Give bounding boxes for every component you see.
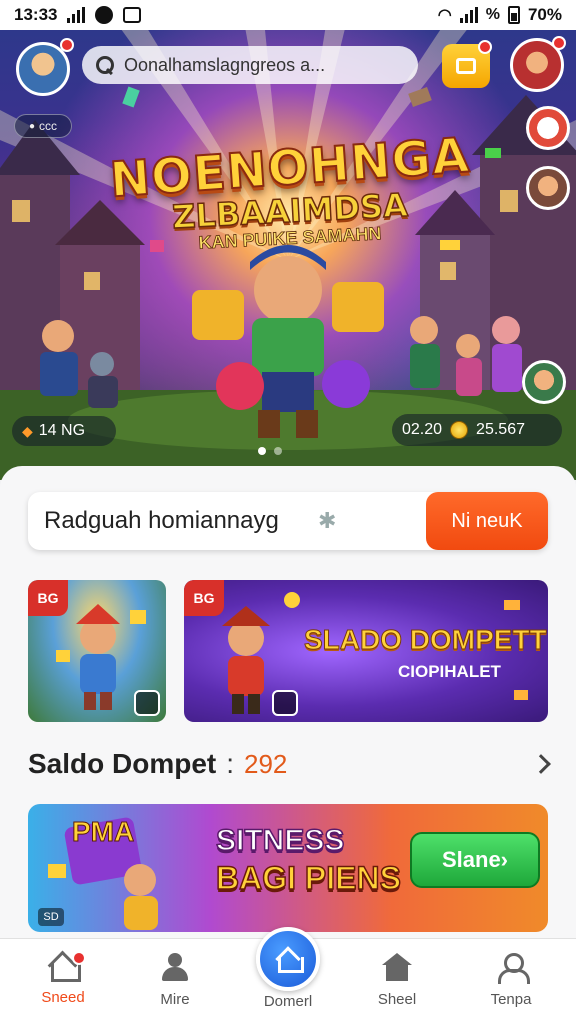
- nav-item-home[interactable]: Sneed: [18, 953, 108, 1006]
- card-badge: BG: [28, 580, 68, 616]
- coin-icon: [450, 421, 469, 439]
- battery-icon: [507, 6, 520, 24]
- promo-button[interactable]: Slane›: [410, 832, 540, 888]
- search-icon: [96, 56, 114, 74]
- card-badge: BG: [184, 580, 224, 616]
- user-icon: [496, 953, 530, 984]
- carousel-dot-active: [258, 447, 266, 455]
- store-icon: [382, 953, 412, 981]
- status-bar: 13:33 ◠ % 70%: [0, 0, 576, 30]
- coin-wallet-icon: [456, 58, 476, 74]
- status-time: 13:33: [14, 5, 58, 24]
- notification-dot: [60, 38, 74, 52]
- game-card[interactable]: BG: [28, 580, 166, 722]
- wallet-promo-card[interactable]: BG SLADO DOMPETT CIOPIHALET: [184, 580, 548, 722]
- carousel-indicator: [258, 447, 282, 455]
- wallet-balance-value: 292: [244, 748, 288, 779]
- nav-item-mire[interactable]: Mire: [130, 953, 220, 1008]
- promo-title: SITNESS: [215, 823, 345, 858]
- friend-avatar-icon[interactable]: [522, 360, 566, 404]
- input-card: ✱ Ni neuK: [28, 492, 548, 550]
- home-center-icon: [275, 948, 304, 973]
- tools-icon[interactable]: [526, 106, 570, 150]
- game-controller-icon: [134, 690, 160, 716]
- profile-notification-dot: [552, 36, 566, 50]
- bottom-nav: Sneed Mire Domerl Sheel Tenpa: [0, 927, 576, 1024]
- shield-icon: ◆: [22, 422, 33, 439]
- signal-icon: [67, 7, 86, 23]
- wallet-balance-label: Saldo Dompet: [28, 748, 217, 779]
- battery-percent: 70%: [527, 5, 562, 24]
- nav-center-button[interactable]: [256, 927, 320, 991]
- cell-signal-icon: [459, 7, 478, 23]
- message-icon: [123, 7, 142, 23]
- nav-item-domerl[interactable]: Domerl: [243, 993, 333, 1010]
- mute-icon: %: [485, 6, 500, 23]
- name-input[interactable]: [44, 504, 344, 538]
- hero-stat-right: 02.20 25.567: [392, 414, 562, 446]
- person-icon: [160, 953, 190, 981]
- nav-item-tenpa[interactable]: Tenpa: [466, 953, 556, 1008]
- level-pill[interactable]: ● ccc: [14, 114, 72, 138]
- friend-avatar-icon[interactable]: [526, 166, 570, 210]
- search-bar[interactable]: Oonalhamslagngreos a...: [82, 46, 418, 84]
- submit-button[interactable]: Ni neuK: [426, 492, 548, 550]
- wallet-balance-row[interactable]: Saldo Dompet : 292: [28, 746, 551, 782]
- content-sheet: ✱ Ni neuK BG BG SLADO DOMPETT CIOPIH: [0, 466, 576, 938]
- wifi-icon: ◠: [437, 7, 452, 24]
- nav-item-sheel[interactable]: Sheel: [352, 953, 442, 1008]
- promo-badge: SD: [38, 908, 64, 926]
- chevron-right-icon[interactable]: [531, 754, 551, 774]
- wallet-card-title: SLADO DOMPETT: [304, 624, 548, 656]
- share-icon: [272, 690, 298, 716]
- clear-icon[interactable]: ✱: [318, 508, 336, 534]
- wallet-notification-dot: [478, 40, 492, 54]
- promo-subtitle: BAGI PIENS: [215, 859, 401, 897]
- carousel-dot: [274, 447, 282, 455]
- promo-banner[interactable]: PMA SITNESS BAGI PIENS Slane› SD: [28, 804, 548, 932]
- app-notification-icon: [95, 6, 114, 24]
- tag-icon: ●: [28, 120, 36, 132]
- search-input[interactable]: Oonalhamslagngreos a...: [124, 55, 325, 76]
- nav-notification-dot: [72, 951, 86, 965]
- promo-logo: PMA: [71, 816, 135, 848]
- hero-stat-left: ◆ 14 NG: [12, 416, 116, 446]
- wallet-card-subtitle: CIOPIHALET: [398, 662, 501, 681]
